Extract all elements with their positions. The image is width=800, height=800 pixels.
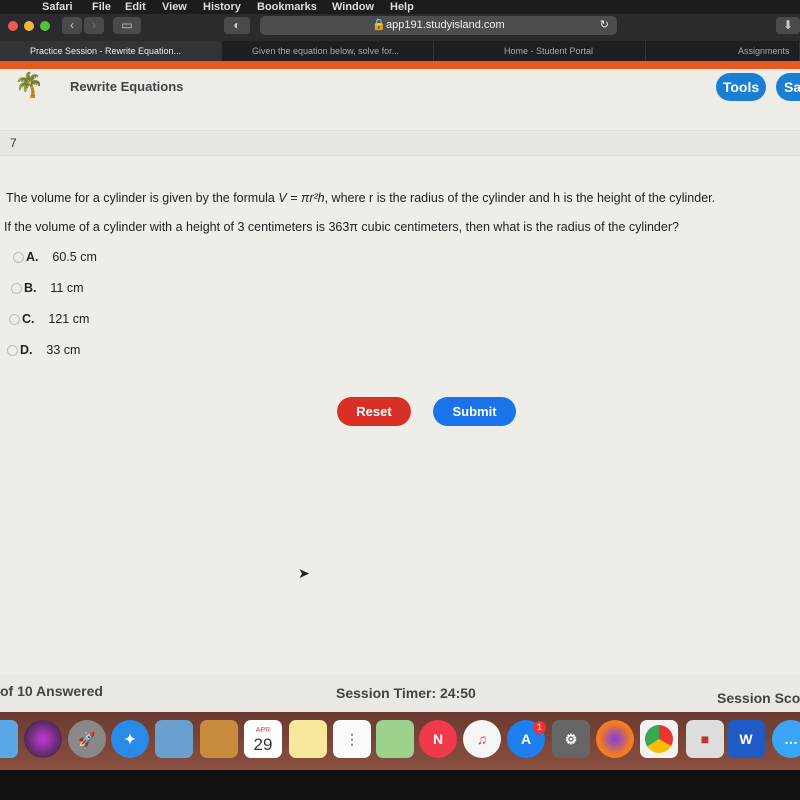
close-window-button[interactable] bbox=[8, 21, 18, 31]
tab-assignments[interactable]: Assignments bbox=[646, 41, 800, 61]
tab-bar: Practice Session - Rewrite Equation... G… bbox=[0, 41, 800, 61]
option-letter: C. bbox=[22, 312, 35, 326]
option-c[interactable]: C. 121 cm bbox=[9, 312, 89, 326]
tab-practice-session[interactable]: Practice Session - Rewrite Equation... bbox=[0, 41, 222, 61]
url-text: app191.studyisland.com bbox=[386, 19, 505, 31]
firefox-icon[interactable] bbox=[596, 720, 634, 758]
tools-button[interactable]: Tools bbox=[716, 73, 766, 101]
question-page: 7 The volume for a cylinder is given by … bbox=[0, 105, 800, 675]
page-header: 🌴 Rewrite Equations Tools Sa bbox=[0, 69, 800, 105]
chevron-left-icon: ‹ bbox=[70, 18, 74, 32]
option-text: 11 cm bbox=[50, 281, 84, 295]
site-accent-bar bbox=[0, 61, 800, 69]
option-a[interactable]: A. 60.5 cm bbox=[13, 250, 97, 264]
music-icon[interactable]: ♫ bbox=[463, 720, 501, 758]
option-text: 33 cm bbox=[46, 343, 81, 357]
system-preferences-icon[interactable]: ⚙ bbox=[552, 720, 590, 758]
launchpad-icon[interactable]: 🚀 bbox=[68, 720, 106, 758]
news-icon[interactable]: N bbox=[419, 720, 457, 758]
maps-icon[interactable] bbox=[376, 720, 414, 758]
reload-icon[interactable]: ↻ bbox=[600, 16, 609, 35]
roblox-icon[interactable]: ■ bbox=[686, 720, 724, 758]
option-letter: A. bbox=[26, 250, 39, 264]
chevron-right-icon: › bbox=[92, 18, 96, 32]
back-button[interactable]: ‹ bbox=[62, 17, 82, 34]
save-button[interactable]: Sa bbox=[776, 73, 800, 101]
option-b[interactable]: B. 11 cm bbox=[11, 281, 84, 295]
downloads-button[interactable]: ⬇ bbox=[776, 17, 800, 34]
option-letter: D. bbox=[20, 343, 33, 357]
question-number: 7 bbox=[0, 130, 800, 156]
siri-icon[interactable] bbox=[24, 720, 62, 758]
tab-label: Assignments bbox=[738, 46, 790, 56]
notes-icon[interactable] bbox=[289, 720, 327, 758]
tab-student-portal[interactable]: Home - Student Portal bbox=[434, 41, 646, 61]
sidebar-icon: ▭ bbox=[121, 18, 133, 32]
palm-tree-logo-icon: 🌴 bbox=[14, 72, 44, 99]
chrome-icon[interactable] bbox=[640, 720, 678, 758]
session-footer: of 10 Answered Session Timer: 24:50 Sess… bbox=[0, 675, 800, 715]
tab-google-search[interactable]: Given the equation below, solve for... bbox=[222, 41, 434, 61]
calendar-day: 29 bbox=[253, 735, 273, 754]
answered-count: of 10 Answered bbox=[0, 683, 103, 699]
contacts-icon[interactable] bbox=[200, 720, 238, 758]
menu-window[interactable]: Window bbox=[332, 0, 374, 14]
preview-icon[interactable] bbox=[155, 720, 193, 758]
radio-d[interactable] bbox=[7, 345, 18, 357]
volume-formula: V = πr²h bbox=[278, 191, 325, 205]
tab-label: Given the equation below, solve for... bbox=[252, 46, 400, 56]
calendar-icon[interactable]: APR 29 bbox=[244, 720, 282, 758]
option-d[interactable]: D. 33 cm bbox=[7, 343, 80, 357]
safari-icon[interactable]: ✦ bbox=[111, 720, 149, 758]
reset-button[interactable]: Reset bbox=[337, 397, 411, 426]
mac-menu-bar: Safari File Edit View History Bookmarks … bbox=[0, 0, 800, 14]
option-text: 60.5 cm bbox=[52, 250, 97, 264]
page-title: Rewrite Equations bbox=[70, 79, 184, 94]
question-text-line-2: If the volume of a cylinder with a heigh… bbox=[4, 220, 679, 234]
minimize-window-button[interactable] bbox=[24, 21, 34, 31]
submit-button[interactable]: Submit bbox=[433, 397, 516, 426]
tab-label: Practice Session - Rewrite Equation... bbox=[30, 46, 182, 56]
menu-bookmarks[interactable]: Bookmarks bbox=[257, 0, 317, 14]
menu-file[interactable]: File bbox=[92, 0, 111, 14]
radio-a[interactable] bbox=[13, 252, 24, 264]
maximize-window-button[interactable] bbox=[40, 21, 50, 31]
forward-button[interactable]: › bbox=[84, 17, 104, 34]
menu-history[interactable]: History bbox=[203, 0, 241, 14]
privacy-shield-button[interactable]: ◐ bbox=[224, 17, 250, 34]
tab-label: Home - Student Portal bbox=[504, 46, 594, 56]
radio-c[interactable] bbox=[9, 314, 20, 326]
question-text-line-1: The volume for a cylinder is given by th… bbox=[6, 191, 715, 205]
download-icon: ⬇ bbox=[782, 18, 794, 32]
word-icon[interactable]: W bbox=[727, 720, 765, 758]
lock-icon: 🔒 bbox=[372, 19, 387, 31]
option-text: 121 cm bbox=[48, 312, 90, 326]
session-timer: Session Timer: 24:50 bbox=[336, 685, 476, 701]
mouse-cursor-icon: ➤ bbox=[298, 565, 310, 581]
sidebar-toggle-button[interactable]: ▭ bbox=[113, 17, 141, 34]
menu-edit[interactable]: Edit bbox=[125, 0, 146, 14]
menu-view[interactable]: View bbox=[162, 0, 187, 14]
reminders-icon[interactable]: ⋮ bbox=[333, 720, 371, 758]
question-text: The volume for a cylinder is given by th… bbox=[6, 191, 279, 205]
shield-icon: ◐ bbox=[233, 18, 241, 32]
question-text: , where r is the radius of the cylinder … bbox=[324, 191, 716, 205]
session-score: Session Sco bbox=[717, 690, 800, 706]
radio-b[interactable] bbox=[11, 283, 22, 295]
app-store-badge: 1 bbox=[533, 721, 546, 734]
menu-help[interactable]: Help bbox=[390, 0, 414, 14]
menu-safari[interactable]: Safari bbox=[42, 0, 73, 14]
option-letter: B. bbox=[24, 281, 37, 295]
finder-icon[interactable] bbox=[0, 720, 18, 758]
address-bar[interactable]: 🔒app191.studyisland.com ↻ bbox=[260, 16, 617, 35]
